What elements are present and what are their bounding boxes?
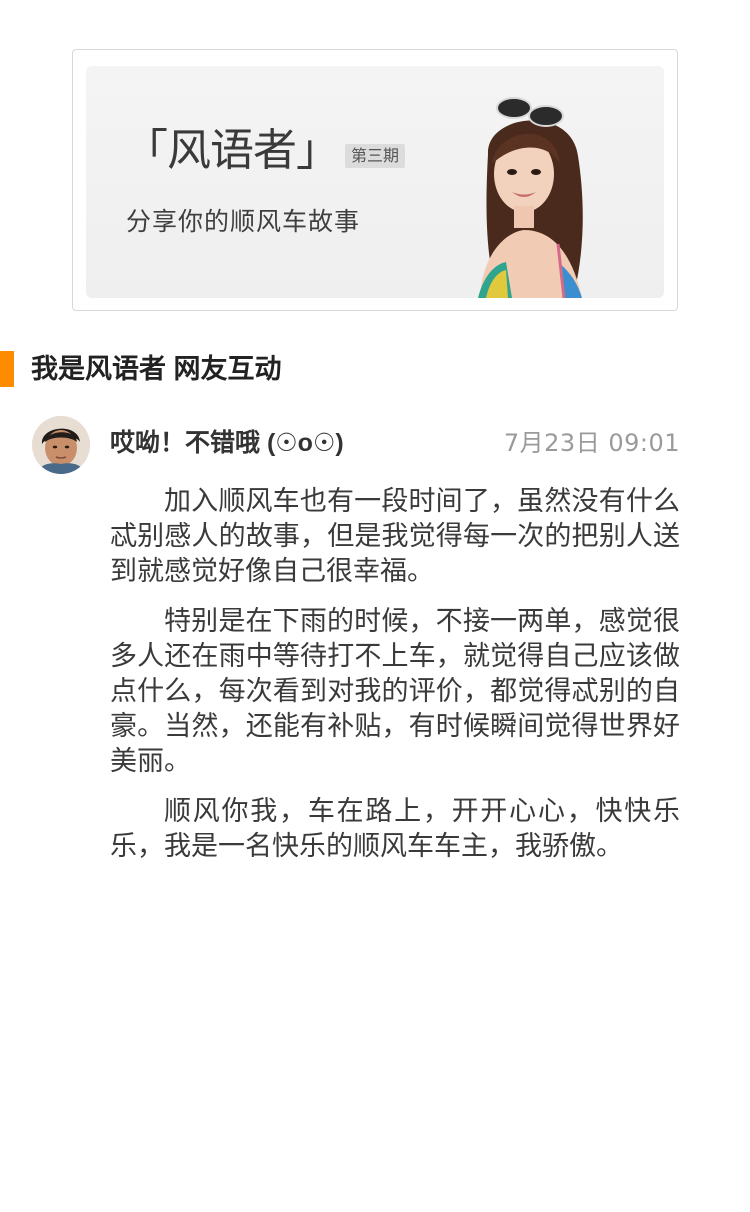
- comment-paragraph: 顺风你我，车在路上，开开心心，快快乐乐，我是一名快乐的顺风车车主，我骄傲。: [110, 796, 680, 862]
- comment-timestamp: 7月23日 09:01: [503, 429, 680, 457]
- banner-issue-badge: 第三期: [345, 144, 406, 168]
- comment-paragraph: 加入顺风车也有一段时间了，虽然没有什么忒别感人的故事，但是我觉得每一次的把别人送…: [110, 486, 680, 587]
- banner-title-row: 「风语者」 第三期: [124, 124, 406, 178]
- section-accent-bar: [0, 351, 14, 387]
- banner-subtitle: 分享你的顺风车故事: [126, 207, 361, 236]
- banner-image[interactable]: 「风语者」 第三期 分享你的顺风车故事: [86, 66, 664, 298]
- banner-title: 「风语者」: [124, 125, 340, 176]
- section-header: 我是风语者 网友互动: [0, 351, 282, 387]
- comment-author: 哎呦！不错哦 (☉o☉): [110, 429, 344, 457]
- woman-portrait-photo: [478, 97, 583, 298]
- comment-body: 加入顺风车也有一段时间了，虽然没有什么忒别感人的故事，但是我觉得每一次的把别人送…: [110, 484, 680, 879]
- user-avatar-photo[interactable]: [32, 416, 90, 474]
- avatar-icon: [32, 416, 90, 474]
- comment-paragraph: 特别是在下雨的时候，不接一两单，感觉很多人还在雨中等待打不上车，就觉得自己应该做…: [110, 606, 680, 777]
- banner-card[interactable]: 「风语者」 第三期 分享你的顺风车故事: [72, 49, 678, 311]
- section-title: 我是风语者 网友互动: [31, 354, 282, 384]
